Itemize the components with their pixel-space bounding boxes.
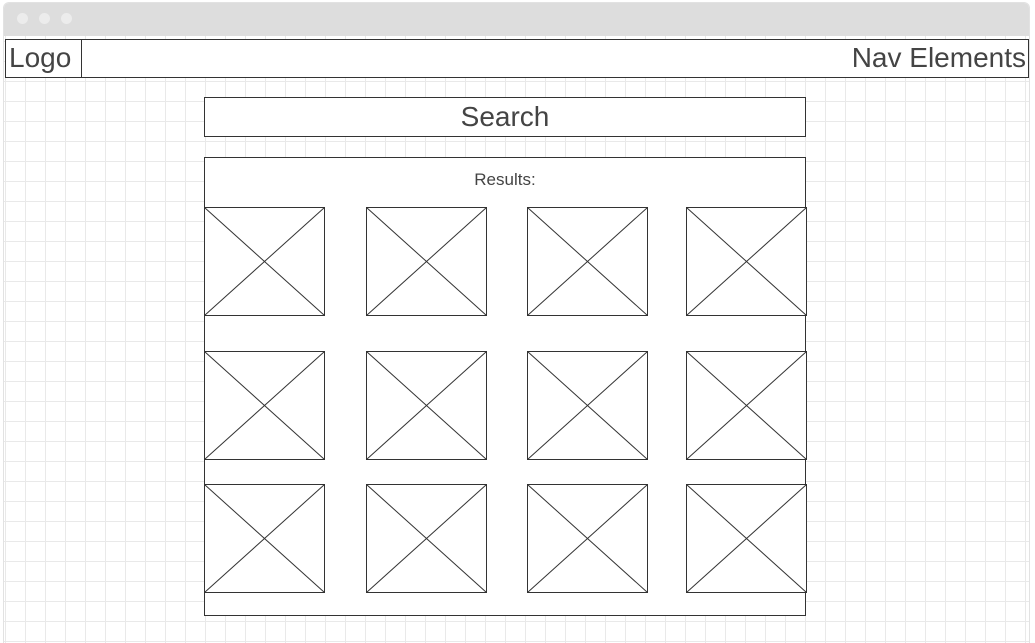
image-placeholder-icon bbox=[204, 351, 325, 460]
image-placeholder-icon bbox=[527, 207, 648, 316]
result-item[interactable] bbox=[366, 351, 487, 460]
window-close-button[interactable] bbox=[17, 13, 28, 24]
results-label: Results: bbox=[474, 170, 536, 189]
image-placeholder-icon bbox=[366, 484, 487, 593]
image-placeholder-icon bbox=[686, 351, 807, 460]
image-placeholder-icon bbox=[686, 484, 807, 593]
result-item[interactable] bbox=[686, 484, 807, 593]
result-item[interactable] bbox=[686, 351, 807, 460]
result-item[interactable] bbox=[204, 351, 325, 460]
results-panel: Results: bbox=[204, 157, 807, 616]
image-placeholder-icon bbox=[204, 207, 325, 316]
image-placeholder-icon bbox=[527, 351, 648, 460]
search-label: Search bbox=[460, 101, 550, 132]
logo-text: Logo bbox=[9, 42, 72, 73]
result-item[interactable] bbox=[527, 351, 648, 460]
image-placeholder-icon bbox=[204, 484, 325, 593]
result-item[interactable] bbox=[686, 207, 807, 316]
browser-window: Logo Nav Elements Search Results: bbox=[4, 3, 1029, 643]
result-item[interactable] bbox=[527, 484, 648, 593]
navbar: Logo Nav Elements bbox=[5, 39, 1029, 78]
logo[interactable]: Logo bbox=[6, 40, 82, 77]
window-minimize-button[interactable] bbox=[39, 13, 50, 24]
image-placeholder-icon bbox=[366, 351, 487, 460]
result-item[interactable] bbox=[366, 484, 487, 593]
nav-elements[interactable]: Nav Elements bbox=[852, 43, 1026, 73]
image-placeholder-icon bbox=[527, 484, 648, 593]
search-input[interactable]: Search bbox=[204, 97, 806, 137]
window-maximize-button[interactable] bbox=[61, 13, 72, 24]
result-item[interactable] bbox=[204, 484, 325, 593]
image-placeholder-icon bbox=[366, 207, 487, 316]
result-item[interactable] bbox=[366, 207, 487, 316]
image-placeholder-icon bbox=[686, 207, 807, 316]
result-item[interactable] bbox=[527, 207, 648, 316]
window-titlebar bbox=[4, 3, 1029, 36]
result-item[interactable] bbox=[204, 207, 325, 316]
